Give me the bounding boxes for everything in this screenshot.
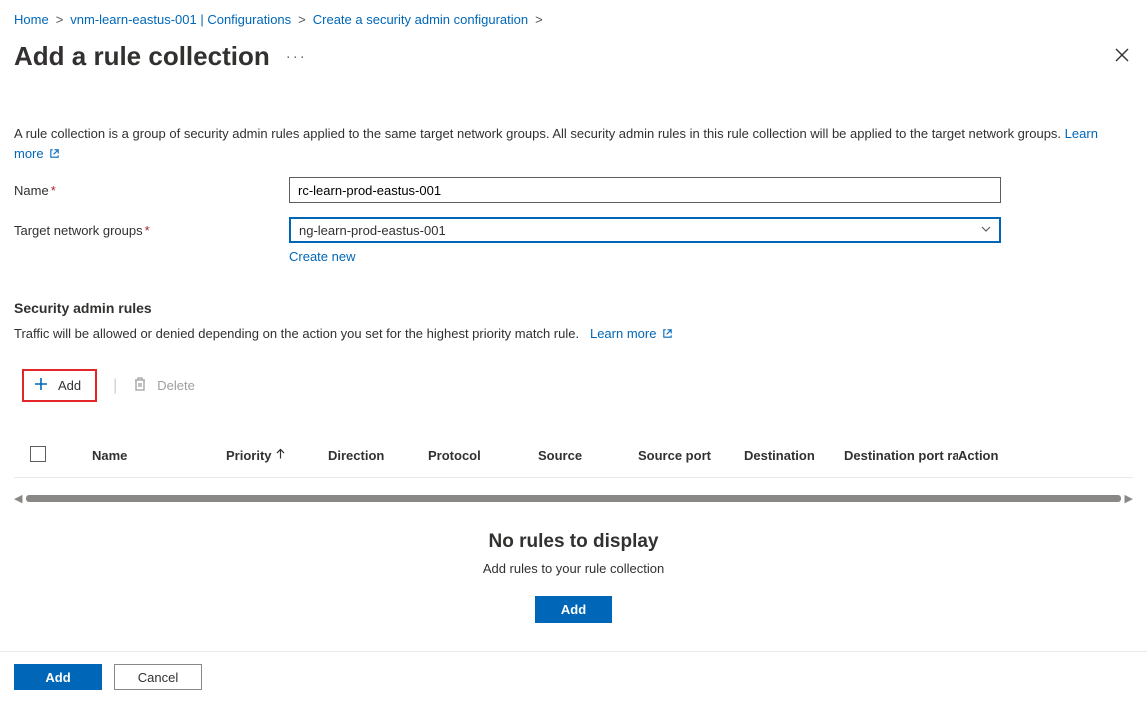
delete-rule-button: Delete xyxy=(133,376,195,395)
col-name[interactable]: Name xyxy=(92,448,226,463)
rules-learn-more-link[interactable]: Learn more xyxy=(586,326,673,341)
empty-state-subtitle: Add rules to your rule collection xyxy=(14,561,1133,576)
sort-asc-icon xyxy=(276,448,285,463)
col-action[interactable]: Action xyxy=(958,448,1038,463)
close-button[interactable] xyxy=(1111,44,1133,69)
target-groups-value: ng-learn-prod-eastus-001 xyxy=(299,223,980,238)
breadcrumb-sep: > xyxy=(56,12,64,27)
footer: Add Cancel xyxy=(0,651,1147,710)
col-destination-ranges[interactable]: Destination port ranges xyxy=(844,448,958,463)
description-text: A rule collection is a group of security… xyxy=(14,126,1061,141)
breadcrumb-configurations[interactable]: vnm-learn-eastus-001 | Configurations xyxy=(70,12,291,27)
plus-icon xyxy=(34,377,48,394)
col-direction[interactable]: Direction xyxy=(328,448,428,463)
target-groups-label: Target network groups* xyxy=(14,217,289,238)
add-rule-button[interactable]: Add xyxy=(22,369,97,402)
name-input[interactable] xyxy=(289,177,1001,203)
rules-heading: Security admin rules xyxy=(14,300,1133,316)
page-title: Add a rule collection xyxy=(14,41,270,72)
horizontal-scrollbar[interactable]: ◀ ▶ xyxy=(14,492,1133,505)
scrollbar-track[interactable] xyxy=(26,495,1120,502)
col-source[interactable]: Source xyxy=(538,448,638,463)
name-label: Name* xyxy=(14,177,289,198)
target-groups-select[interactable]: ng-learn-prod-eastus-001 xyxy=(289,217,1001,243)
col-priority[interactable]: Priority xyxy=(226,448,328,463)
col-destination[interactable]: Destination xyxy=(744,448,844,463)
rules-subtext: Traffic will be allowed or denied depend… xyxy=(14,326,1133,341)
external-link-icon xyxy=(47,146,60,161)
breadcrumb-create-config[interactable]: Create a security admin configuration xyxy=(313,12,528,27)
scroll-right-icon[interactable]: ▶ xyxy=(1125,492,1133,505)
col-protocol[interactable]: Protocol xyxy=(428,448,538,463)
scroll-left-icon[interactable]: ◀ xyxy=(14,492,22,505)
toolbar-separator: | xyxy=(113,377,117,395)
breadcrumb: Home > vnm-learn-eastus-001 | Configurat… xyxy=(14,12,1133,27)
rules-table: Name Priority Direction Protocol Source … xyxy=(14,436,1133,623)
empty-add-button[interactable]: Add xyxy=(535,596,612,623)
breadcrumb-sep: > xyxy=(535,12,543,27)
col-source-port[interactable]: Source port xyxy=(638,448,744,463)
empty-state-title: No rules to display xyxy=(14,531,1133,553)
breadcrumb-home[interactable]: Home xyxy=(14,12,49,27)
more-actions-icon[interactable]: ··· xyxy=(286,48,307,65)
chevron-down-icon xyxy=(980,223,992,238)
create-new-link[interactable]: Create new xyxy=(289,249,355,264)
close-icon xyxy=(1115,48,1129,62)
description: A rule collection is a group of security… xyxy=(14,124,1129,163)
footer-cancel-button[interactable]: Cancel xyxy=(114,664,202,690)
external-link-icon xyxy=(660,326,673,341)
footer-add-button[interactable]: Add xyxy=(14,664,102,690)
breadcrumb-sep: > xyxy=(298,12,306,27)
trash-icon xyxy=(133,376,147,395)
select-all-checkbox[interactable] xyxy=(30,446,46,462)
